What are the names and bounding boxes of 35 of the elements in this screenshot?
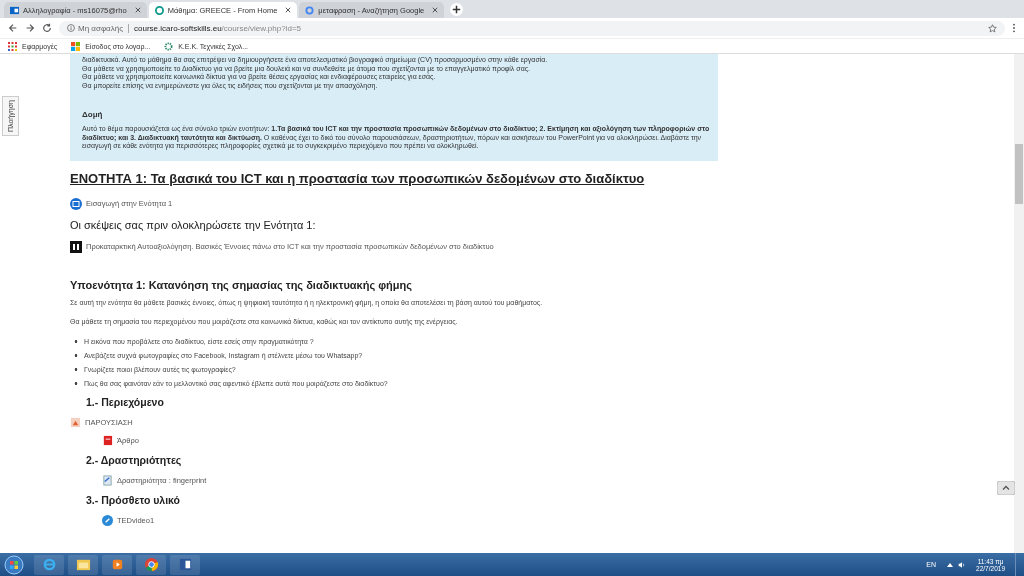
folder-icon[interactable] (75, 557, 91, 572)
back-to-top-button[interactable] (997, 481, 1015, 495)
star-icon[interactable] (988, 23, 997, 33)
mail-icon (10, 5, 19, 15)
forward-icon[interactable] (25, 23, 35, 33)
menu-icon[interactable] (1012, 23, 1016, 33)
link-icon (102, 514, 113, 526)
content-heading: 1.- Περιεχόμενο (86, 395, 165, 408)
close-icon[interactable] (134, 7, 141, 13)
windows-logo-icon (71, 41, 81, 51)
close-icon[interactable] (285, 7, 292, 13)
gear-icon (164, 41, 174, 51)
apps-grid-icon (8, 41, 17, 51)
back-icon[interactable] (8, 23, 18, 33)
content-heading: 2.- Δραστηριότητες (86, 453, 183, 466)
info-icon[interactable] (67, 24, 75, 32)
section-title: ΕΝΟΤΗΤΑ 1: Τα βασικά του ICT και η προστασία των προσωπικών δεδομένων στο διαδίκτυο (70, 170, 646, 186)
structure-heading: Δομή (82, 110, 104, 119)
speaker-icon[interactable] (958, 560, 967, 569)
address-field[interactable]: Μη ασφαλής course.icaro-softskills.eu/course/view.php?id=5 (59, 20, 1005, 36)
presentation-icon (70, 416, 81, 428)
new-tab-icon[interactable] (450, 3, 464, 16)
document-icon (102, 474, 113, 486)
google-icon (305, 5, 315, 15)
chrome-icon[interactable] (143, 557, 159, 572)
content-heading: 3.- Πρόσθετο υλικό (86, 493, 182, 506)
start-button[interactable] (4, 554, 24, 575)
course-icon (154, 5, 164, 15)
reload-icon[interactable] (42, 23, 52, 33)
subsection-title: Υποενότητα 1: Κατανόηση της σημασίας της διαδικτυακής φήμης (70, 278, 413, 291)
thoughts-heading: Οι σκέψεις σας πριν ολοκληρώσετε την Ενότητα 1: (70, 218, 317, 231)
close-icon[interactable] (432, 7, 439, 13)
pdf-icon (102, 434, 113, 446)
page-icon (70, 197, 82, 210)
quiz-icon (70, 240, 82, 253)
